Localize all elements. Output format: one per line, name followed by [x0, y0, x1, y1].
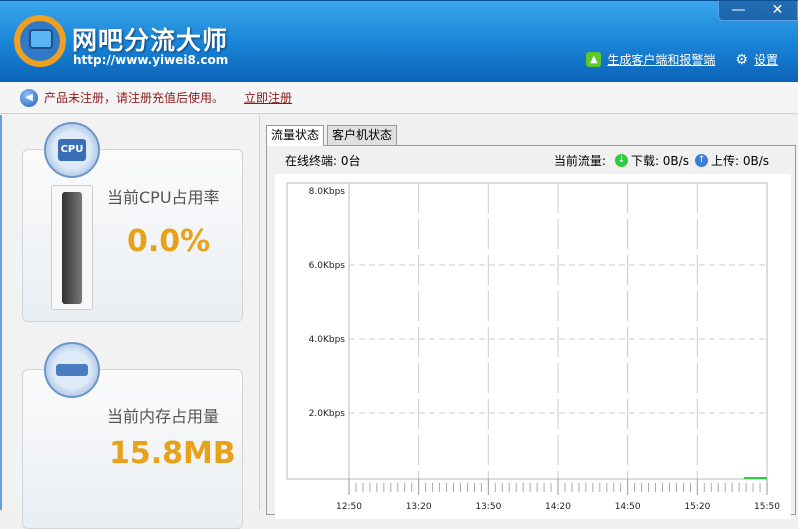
online-terminals: 在线终端: 0台	[285, 154, 361, 168]
download-rate: 下载: 0B/s	[630, 154, 689, 168]
download-icon: ↓	[614, 154, 628, 167]
traffic-pane: 流量状态 客户机状态 在线终端: 0台 当前流量: ↓ 下载: 0B/s ↑ 上…	[261, 115, 798, 519]
cpu-icon: CPU	[44, 122, 100, 178]
plot-area	[286, 182, 768, 480]
title-bar: 网吧分流大师 http://www.yiwei8.com — ✕ ▲ 生成客户端…	[0, 0, 798, 82]
memory-value: 15.8MB	[109, 436, 236, 471]
x-tick-label: 15:50	[754, 502, 780, 512]
app-logo	[14, 15, 66, 67]
tab-client-status[interactable]: 客户机状态	[327, 125, 398, 145]
notice-text: 产品未注册，请注册充值后使用。	[44, 91, 225, 105]
tab-traffic-status[interactable]: 流量状态	[266, 125, 325, 146]
close-button[interactable]: ✕	[758, 1, 797, 20]
upload-box-icon: ▲	[586, 52, 602, 67]
upload-rate: 上传: 0B/s	[710, 154, 769, 168]
x-tick-label: 14:50	[615, 502, 641, 512]
x-tick-label: 15:20	[684, 502, 710, 512]
minimize-button[interactable]: —	[719, 1, 758, 20]
speaker-icon: ◀	[20, 88, 38, 107]
app-url: http://www.yiwei8.com	[73, 53, 229, 67]
y-tick-label: 4.0Kbps	[309, 335, 346, 345]
memory-label: 当前内存占用量	[107, 407, 220, 426]
traffic-chart: 8.0Kbps 6.0Kbps 4.0Kbps 2.0Kbps 12:50 13:20 13…	[286, 182, 780, 512]
y-tick-label: 8.0Kbps	[309, 187, 346, 197]
register-now-link[interactable]: 立即注册	[244, 89, 292, 106]
upload-icon: ↑	[694, 154, 708, 167]
y-tick-label: 6.0Kbps	[309, 261, 346, 271]
x-tick-label: 14:20	[545, 502, 571, 512]
gear-icon[interactable]: ⚙	[735, 52, 748, 68]
x-tick-label: 12:50	[336, 502, 362, 512]
memory-icon	[44, 342, 100, 398]
cpu-card: 当前CPU占用率 0.0%	[22, 149, 243, 322]
app-title: 网吧分流大师	[72, 26, 229, 55]
y-tick-label: 2.0Kbps	[309, 409, 346, 419]
current-traffic-label: 当前流量:	[553, 154, 606, 168]
cpu-usage-bar	[51, 185, 93, 310]
x-tick-label: 13:20	[406, 502, 432, 512]
settings-link[interactable]: 设置	[754, 51, 778, 68]
system-panel: 当前CPU占用率 0.0% CPU 当前内存占用量 15.8MB	[0, 115, 260, 529]
cpu-label: 当前CPU占用率	[107, 188, 220, 207]
cpu-value: 0.0%	[127, 224, 211, 259]
generate-client-link[interactable]: 生成客户端和报警端	[607, 51, 715, 68]
x-tick-label: 13:50	[475, 502, 501, 512]
notice-bar: ◀ 产品未注册，请注册充值后使用。 立即注册	[0, 82, 798, 114]
